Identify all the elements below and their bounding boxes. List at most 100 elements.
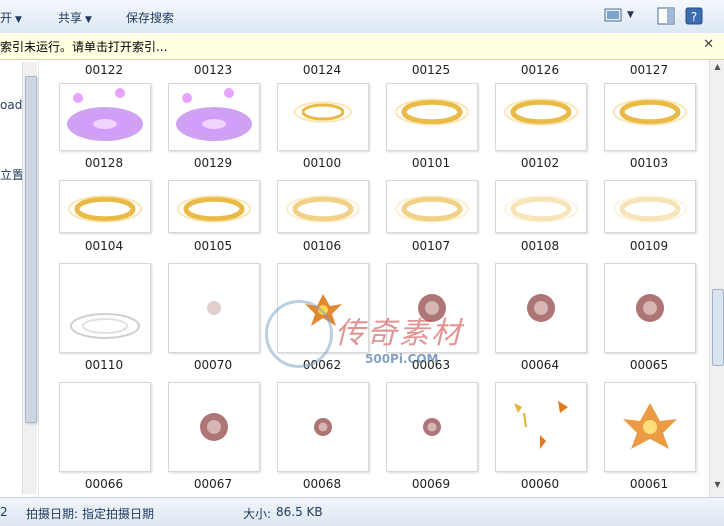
- thumbnail-image: [176, 88, 252, 141]
- selected-count: 2: [0, 505, 8, 519]
- preview-pane-icon[interactable]: [657, 7, 675, 25]
- chevron-down-icon: ▼: [85, 15, 92, 25]
- scroll-up-icon[interactable]: ▲: [710, 62, 724, 77]
- view-options-icon[interactable]: [604, 7, 622, 25]
- file-name-label: 00109: [629, 239, 669, 253]
- save-search-button[interactable]: 保存搜索: [126, 9, 174, 26]
- scroll-down-icon[interactable]: ▼: [710, 480, 724, 495]
- nav-scrollbar-thumb[interactable]: [25, 76, 37, 423]
- thumbnail-image: [177, 195, 251, 223]
- file-thumbnail[interactable]: [277, 382, 369, 472]
- file-thumbnail[interactable]: [59, 180, 151, 233]
- file-name-label: 00069: [411, 477, 451, 491]
- file-name-label: 00063: [411, 358, 451, 372]
- file-thumbnail[interactable]: [386, 180, 478, 233]
- close-icon[interactable]: ✕: [703, 37, 714, 52]
- file-thumbnail[interactable]: [604, 83, 696, 151]
- svg-text:?: ?: [691, 10, 697, 24]
- file-name-label: 00105: [193, 239, 233, 253]
- file-name-label: 00066: [84, 477, 124, 491]
- file-name-label: 00124: [302, 63, 342, 77]
- file-name-label: 00106: [302, 239, 342, 253]
- file-name-label: 00102: [520, 156, 560, 170]
- command-bar: 开 ▼ 共享 ▼ 保存搜索 ▼ ?: [0, 0, 724, 34]
- help-icon[interactable]: ?: [685, 7, 703, 25]
- open-button[interactable]: 开 ▼: [0, 9, 22, 26]
- file-thumbnail[interactable]: [59, 382, 151, 472]
- view-chevron-down-icon[interactable]: ▼: [627, 10, 645, 28]
- file-thumbnail[interactable]: [168, 180, 260, 233]
- thumbnail-image: [613, 98, 687, 126]
- file-thumbnail[interactable]: [495, 263, 587, 353]
- file-thumbnail[interactable]: [604, 263, 696, 353]
- thumbnail-image: [613, 195, 687, 223]
- nav-item-location[interactable]: 立置: [0, 166, 24, 183]
- thumbnail-image: [314, 418, 332, 436]
- file-name-label: 00067: [193, 477, 233, 491]
- file-name-label: 00065: [629, 358, 669, 372]
- info-bar-message: 索引未运行。请单击打开索引...: [0, 40, 168, 54]
- file-thumbnail[interactable]: [277, 263, 369, 353]
- thumbnail-image: [504, 98, 578, 126]
- file-thumbnail[interactable]: [386, 83, 478, 151]
- file-thumbnail[interactable]: [386, 263, 478, 353]
- thumbnail-image: [286, 195, 360, 223]
- file-thumbnail[interactable]: [495, 83, 587, 151]
- thumbnail-image: [395, 195, 469, 223]
- file-name-label: 00107: [411, 239, 451, 253]
- thumbnail-image: [305, 294, 342, 326]
- file-name-label: 00122: [84, 63, 124, 77]
- details-pane: 2 拍摄日期: 指定拍摄日期 大小: 86.5 KB: [0, 497, 724, 526]
- share-button[interactable]: 共享 ▼: [58, 9, 92, 26]
- file-name-label: 00068: [302, 477, 342, 491]
- content-scrollbar[interactable]: ▲ ▼: [709, 60, 724, 497]
- file-name-label: 00127: [629, 63, 669, 77]
- thumbnail-image: [70, 313, 140, 339]
- file-thumbnail[interactable]: [59, 83, 151, 151]
- file-thumbnail[interactable]: [59, 263, 151, 353]
- file-name-label: 00070: [193, 358, 233, 372]
- info-bar[interactable]: 索引未运行。请单击打开索引... ✕: [0, 33, 724, 60]
- file-name-label: 00101: [411, 156, 451, 170]
- file-thumbnail[interactable]: [604, 382, 696, 472]
- file-thumbnail[interactable]: [168, 83, 260, 151]
- thumbnail-image: [504, 195, 578, 223]
- thumbnail-image: [514, 401, 568, 449]
- thumbnail-image: [623, 403, 677, 449]
- file-thumbnail[interactable]: [495, 382, 587, 472]
- thumbnail-image: [60, 383, 150, 471]
- thumbnail-image: [207, 301, 221, 315]
- file-name-label: 00062: [302, 358, 342, 372]
- file-thumbnail[interactable]: [386, 382, 478, 472]
- file-name-label: 00126: [520, 63, 560, 77]
- file-thumbnail[interactable]: [277, 83, 369, 151]
- thumbnail-image: [636, 294, 664, 322]
- thumbnail-image: [68, 195, 142, 223]
- thumbnail-image: [200, 413, 228, 441]
- file-name-label: 00104: [84, 239, 124, 253]
- thumbnail-image: [67, 88, 143, 141]
- thumbnail-image: [527, 294, 555, 322]
- file-thumbnail[interactable]: [168, 263, 260, 353]
- file-thumbnail[interactable]: [604, 180, 696, 233]
- file-name-label: 00128: [84, 156, 124, 170]
- chevron-down-icon: ▼: [15, 15, 22, 25]
- date-taken-value[interactable]: 指定拍摄日期: [82, 505, 154, 522]
- thumbnail-image: [395, 98, 469, 126]
- file-thumbnail[interactable]: [277, 180, 369, 233]
- file-name-label: 00108: [520, 239, 560, 253]
- file-name-label: 00110: [84, 358, 124, 372]
- size-value: 86.5 KB: [276, 505, 323, 519]
- thumbnail-image: [294, 101, 352, 123]
- file-name-label: 00100: [302, 156, 342, 170]
- thumbnail-image: [418, 294, 446, 322]
- date-taken-label: 拍摄日期:: [26, 507, 79, 521]
- file-name-label: 00103: [629, 156, 669, 170]
- nav-scrollbar[interactable]: [22, 62, 37, 494]
- thumbnail-image: [423, 418, 441, 436]
- size-label: 大小:: [243, 507, 272, 521]
- content-scrollbar-thumb[interactable]: [712, 289, 724, 366]
- file-name-label: 00064: [520, 358, 560, 372]
- file-thumbnail[interactable]: [168, 382, 260, 472]
- file-thumbnail[interactable]: [495, 180, 587, 233]
